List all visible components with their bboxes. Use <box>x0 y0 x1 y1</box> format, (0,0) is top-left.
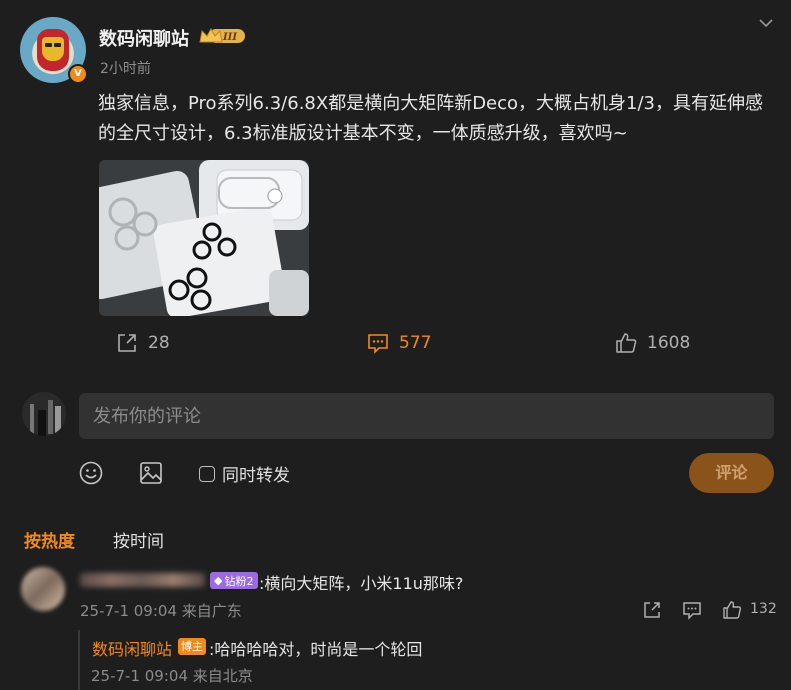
repost-checkbox[interactable]: 同时转发 <box>199 461 290 486</box>
comment-text: :横向大矩阵，小米11u那味? <box>259 574 464 593</box>
helmet-eye-right <box>54 43 61 47</box>
share-icon[interactable] <box>642 600 662 620</box>
tab-sort-time[interactable]: 按时间 <box>113 527 164 552</box>
lens-protector-photo <box>99 160 309 316</box>
fan-level-badge: ◆ 钻粉2 <box>210 572 259 589</box>
fan-badge-text: 钻粉2 <box>224 574 254 588</box>
helmet-faceplate <box>42 37 64 61</box>
user-avatar-image <box>22 392 66 436</box>
emoji-icon[interactable] <box>78 460 104 486</box>
reply-divider <box>78 630 80 690</box>
level-badge-text: III <box>222 32 237 43</box>
commenter-avatar[interactable] <box>21 567 65 611</box>
repost-checkbox-label: 同时转发 <box>222 466 290 486</box>
level-crown-badge: III <box>199 27 245 43</box>
chevron-down-icon[interactable] <box>757 14 775 32</box>
like-count: 1608 <box>647 333 691 353</box>
author-badge: 博主 <box>178 638 206 655</box>
reply-icon[interactable] <box>682 600 702 620</box>
post-time[interactable]: 2小时前 <box>100 58 151 78</box>
image-icon[interactable] <box>138 460 164 486</box>
reply-meta: 25-7-1 09:04 来自北京 <box>91 667 253 685</box>
repost-button[interactable]: 28 <box>116 331 170 355</box>
post-image[interactable] <box>99 160 309 316</box>
share-icon <box>118 334 136 352</box>
comment-icon <box>368 334 388 354</box>
diamond-icon: ◆ <box>214 574 223 587</box>
reply-author-name[interactable]: 数码闲聊站 <box>92 636 172 660</box>
author-name[interactable]: 数码闲聊站 <box>99 25 189 51</box>
verified-icon: V <box>68 64 88 84</box>
post-content: 独家信息，Pro系列6.3/6.8X都是横向大矩阵新Deco，大概占机身1/3，… <box>98 93 764 144</box>
comment-like-count: 132 <box>750 601 777 617</box>
current-user-avatar <box>22 392 66 436</box>
thumbs-up-icon <box>616 333 637 353</box>
comment-button[interactable]: 577 <box>367 331 431 355</box>
tab-sort-hot[interactable]: 按热度 <box>24 527 75 552</box>
commenter-name-blurred[interactable] <box>80 573 205 587</box>
like-button[interactable]: 1608 <box>615 331 690 355</box>
reply-text: :哈哈哈哈对，时尚是一个轮回 <box>209 640 423 659</box>
repost-count: 28 <box>148 333 170 353</box>
comment-count: 577 <box>399 333 432 353</box>
submit-comment-button[interactable]: 评论 <box>689 453 774 493</box>
checkbox-box[interactable] <box>199 465 215 482</box>
comment-meta: 25-7-1 09:04 来自广东 <box>80 602 242 620</box>
comment-input[interactable] <box>79 393 774 439</box>
helmet-eye-left <box>45 43 52 47</box>
thumbs-up-icon[interactable] <box>722 600 742 620</box>
